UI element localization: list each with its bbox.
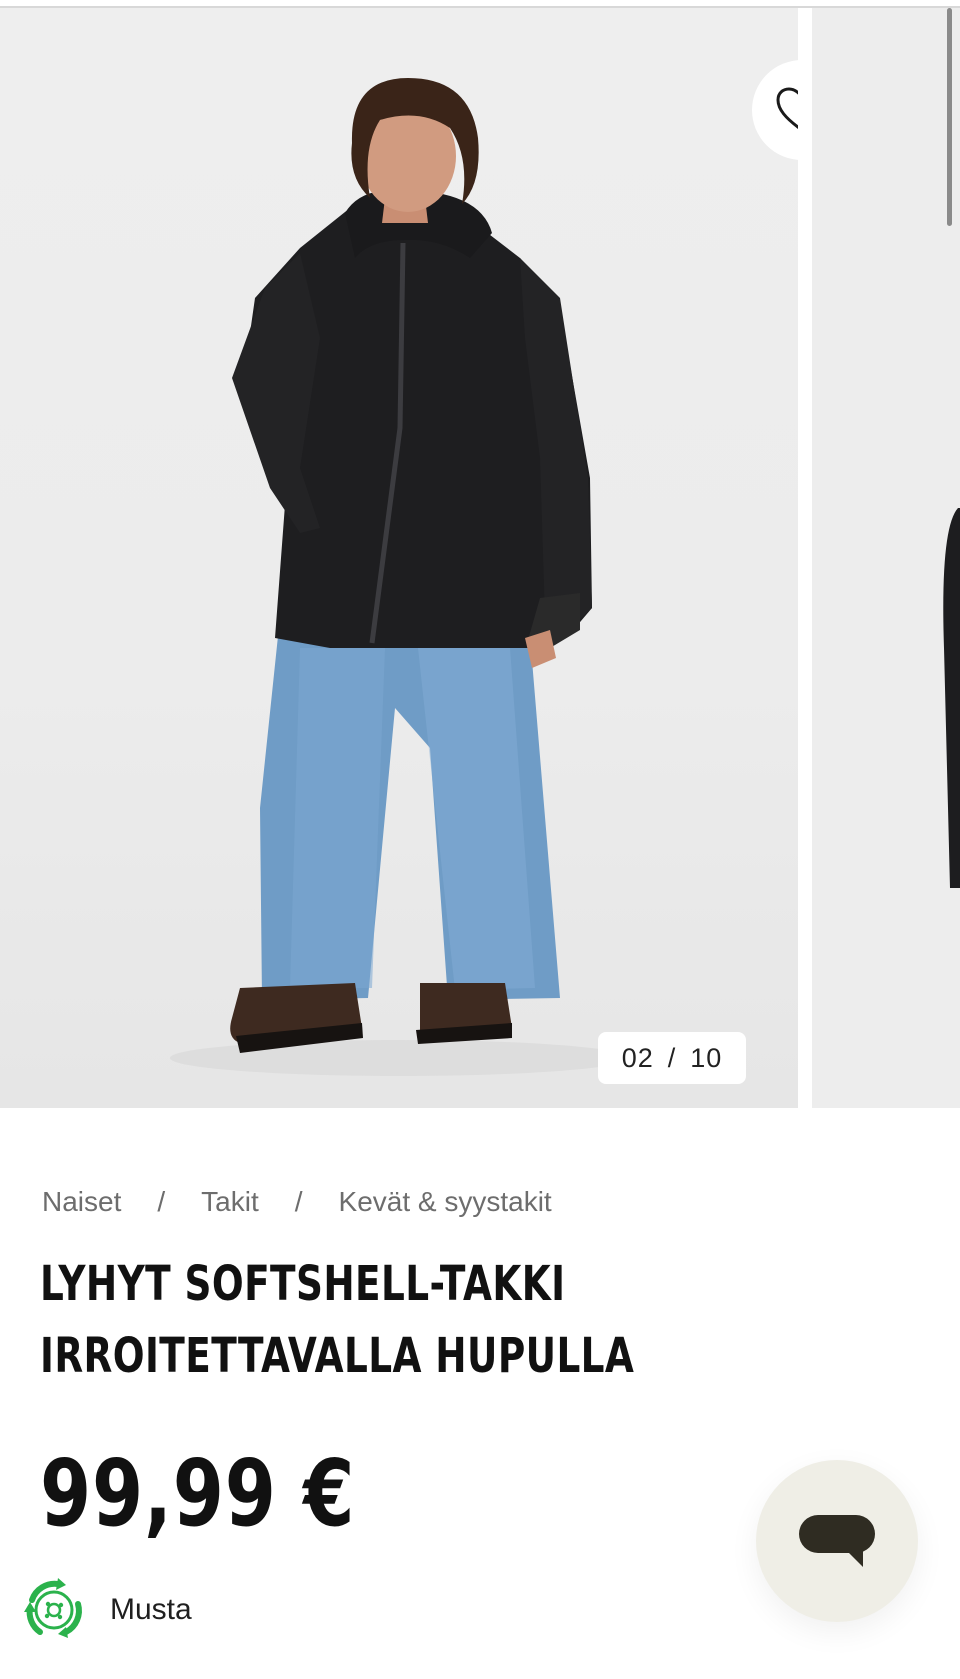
product-image-gallery[interactable]: 02 / 10 (0, 8, 960, 1108)
breadcrumb: Naiset / Takit / Kevät & syystakit (42, 1186, 552, 1218)
product-image-slide-next[interactable] (812, 8, 960, 1108)
image-counter-total: 10 (690, 1042, 723, 1073)
product-image-slide-current[interactable]: 02 / 10 (0, 8, 798, 1108)
breadcrumb-separator: / (294, 1186, 303, 1217)
product-title: LYHYT SOFTSHELL-TAKKI IRROITETTAVALLA HU… (40, 1248, 680, 1392)
product-photo (170, 78, 630, 1076)
next-product-photo-preview (943, 508, 960, 888)
image-counter-current: 02 (621, 1042, 654, 1073)
image-counter-separator: / (667, 1042, 677, 1073)
heart-outline-icon (776, 87, 798, 129)
breadcrumb-separator: / (157, 1186, 166, 1217)
product-title-line-2: IRROITETTAVALLA HUPULLA (40, 1328, 635, 1384)
scrollbar-thumb[interactable] (947, 8, 952, 226)
color-name: Musta (110, 1593, 192, 1626)
chat-button[interactable] (756, 1460, 918, 1622)
product-title-line-1: LYHYT SOFTSHELL-TAKKI (40, 1256, 566, 1312)
sustainability-recycle-icon (24, 1578, 82, 1638)
breadcrumb-item-takit[interactable]: Takit (201, 1186, 259, 1218)
image-counter: 02 / 10 (598, 1032, 746, 1084)
breadcrumb-item-kevat-syystakit[interactable]: Kevät & syystakit (339, 1186, 552, 1218)
color-selection: Musta (18, 1572, 192, 1648)
chat-bubble-icon (799, 1515, 875, 1567)
product-price: 99,99 € (40, 1440, 356, 1547)
top-divider (0, 0, 960, 8)
breadcrumb-item-naiset[interactable]: Naiset (42, 1186, 121, 1218)
